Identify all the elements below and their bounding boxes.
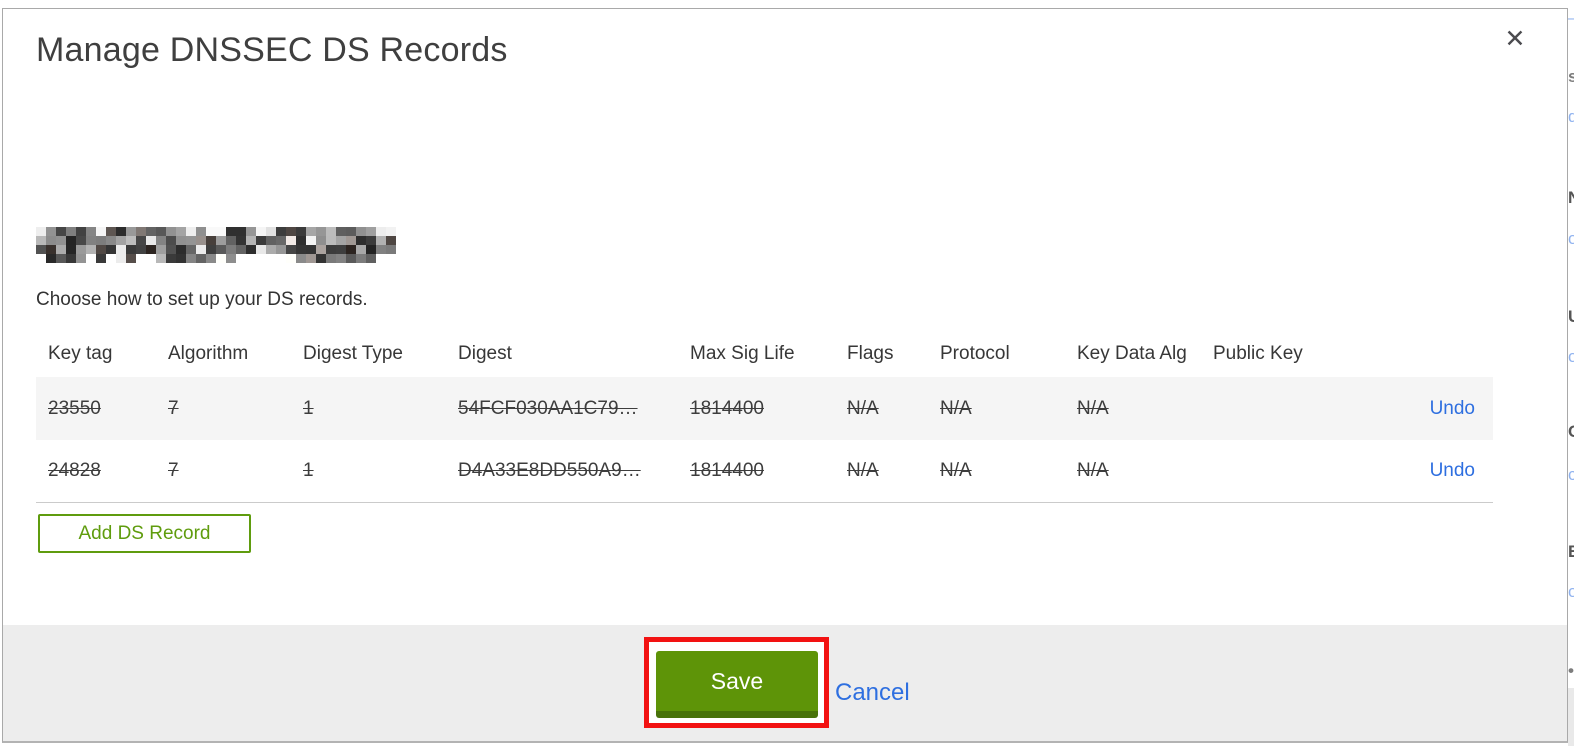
header-algorithm: Algorithm xyxy=(168,343,249,364)
add-ds-record-button[interactable]: Add DS Record xyxy=(38,514,251,553)
undo-link[interactable]: Undo xyxy=(1430,460,1475,481)
table-row: 24828 7 1 D4A33E8DD550A9… 1814400 N/A N/… xyxy=(36,440,1493,503)
close-icon[interactable]: ✕ xyxy=(1497,21,1533,57)
ds-records-table: Key tag Algorithm Digest Type Digest Max… xyxy=(36,331,1493,503)
cell-protocol: N/A xyxy=(940,460,972,481)
undo-link[interactable]: Undo xyxy=(1430,398,1475,419)
cell-key-tag: 24828 xyxy=(48,460,101,481)
undo-cell: Undo xyxy=(1401,460,1493,482)
cell-algorithm: 7 xyxy=(168,460,179,481)
background-page-edge: |•oEcCoUoNds_ xyxy=(1568,0,1574,746)
header-flags: Flags xyxy=(847,343,894,364)
table-header-row: Key tag Algorithm Digest Type Digest Max… xyxy=(36,331,1493,377)
header-max-sig-life: Max Sig Life xyxy=(690,343,795,364)
instruction-text: Choose how to set up your DS records. xyxy=(36,289,368,310)
cell-max-sig-life: 1814400 xyxy=(690,397,764,419)
dialog-title: Manage DNSSEC DS Records xyxy=(36,31,508,69)
annotation-highlight-box: Save xyxy=(644,637,829,728)
cancel-link[interactable]: Cancel xyxy=(835,679,910,707)
cell-digest: 54FCF030AA1C79… xyxy=(458,397,638,419)
save-button[interactable]: Save xyxy=(656,651,818,718)
table-row: 23550 7 1 54FCF030AA1C79… 1814400 N/A N/… xyxy=(36,377,1493,440)
redacted-domain-name xyxy=(36,227,396,263)
cell-key-tag: 23550 xyxy=(48,397,101,419)
manage-dnssec-dialog: Manage DNSSEC DS Records ✕ Choose how to… xyxy=(2,8,1568,743)
undo-cell: Undo xyxy=(1401,398,1493,420)
cell-flags: N/A xyxy=(847,460,879,481)
cell-digest-type: 1 xyxy=(303,397,314,419)
header-key-tag: Key tag xyxy=(48,343,113,364)
cell-algorithm: 7 xyxy=(168,397,179,419)
cell-max-sig-life: 1814400 xyxy=(690,460,764,481)
header-protocol: Protocol xyxy=(940,343,1010,364)
cell-digest: D4A33E8DD550A9… xyxy=(458,460,641,481)
header-digest-type: Digest Type xyxy=(303,343,403,364)
dialog-footer: Save Cancel xyxy=(3,625,1567,741)
cell-protocol: N/A xyxy=(940,397,972,419)
header-digest: Digest xyxy=(458,343,512,364)
cell-digest-type: 1 xyxy=(303,460,314,481)
cell-flags: N/A xyxy=(847,397,879,419)
header-public-key: Public Key xyxy=(1213,343,1303,364)
cell-key-data-alg: N/A xyxy=(1077,397,1109,419)
header-key-data-alg: Key Data Alg xyxy=(1077,343,1187,364)
background-page-footer xyxy=(1568,688,1574,746)
cell-key-data-alg: N/A xyxy=(1077,460,1109,481)
